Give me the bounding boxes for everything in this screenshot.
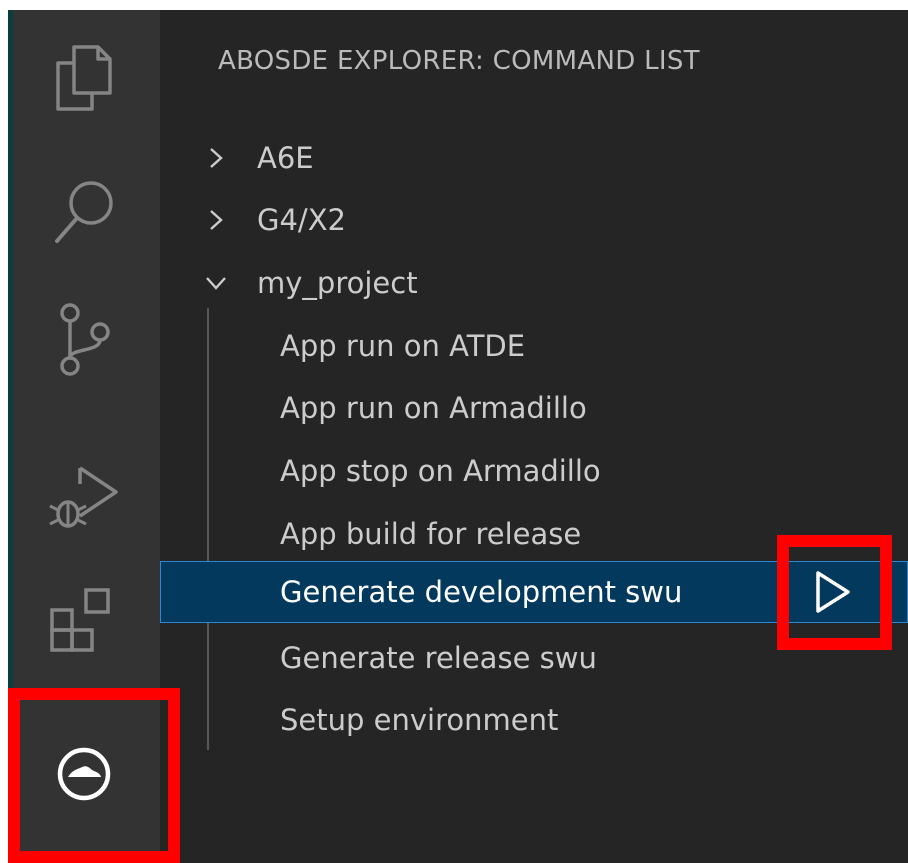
run-debug-icon[interactable] [8,434,160,554]
tree-folder-g4x2[interactable]: G4/X2 [160,190,908,250]
chevron-right-icon [204,146,228,170]
search-icon[interactable] [8,152,160,272]
command-label: App run on Armadillo [280,391,587,425]
folder-label: A6E [257,141,314,175]
highlight-box-abosde-icon [8,688,180,863]
command-app-stop-armadillo[interactable]: App stop on Armadillo [160,441,908,501]
extensions-icon[interactable] [8,560,160,680]
command-label: App build for release [280,517,582,551]
highlight-box-run-button [777,535,892,650]
tree-folder-my-project[interactable]: my_project [160,253,908,313]
command-label: Setup environment [280,703,559,737]
sidebar-title: ABOSDE EXPLORER: COMMAND LIST [218,46,700,76]
chevron-down-icon [204,271,228,295]
chevron-right-icon [204,208,228,232]
files-icon[interactable] [8,18,160,138]
command-label: App run on ATDE [280,329,526,363]
folder-label: G4/X2 [257,203,347,237]
command-label: Generate development swu [280,575,683,609]
explorer-sidebar: ABOSDE EXPLORER: COMMAND LIST A6E G4/X2 … [160,10,908,863]
command-setup-environment[interactable]: Setup environment [160,690,908,750]
source-control-icon[interactable] [8,280,160,400]
command-label: App stop on Armadillo [280,454,601,488]
folder-label: my_project [257,266,418,300]
command-label: Generate release swu [280,641,597,675]
command-app-run-armadillo[interactable]: App run on Armadillo [160,378,908,438]
tree-folder-a6e[interactable]: A6E [160,128,908,188]
command-app-run-atde[interactable]: App run on ATDE [160,316,908,376]
